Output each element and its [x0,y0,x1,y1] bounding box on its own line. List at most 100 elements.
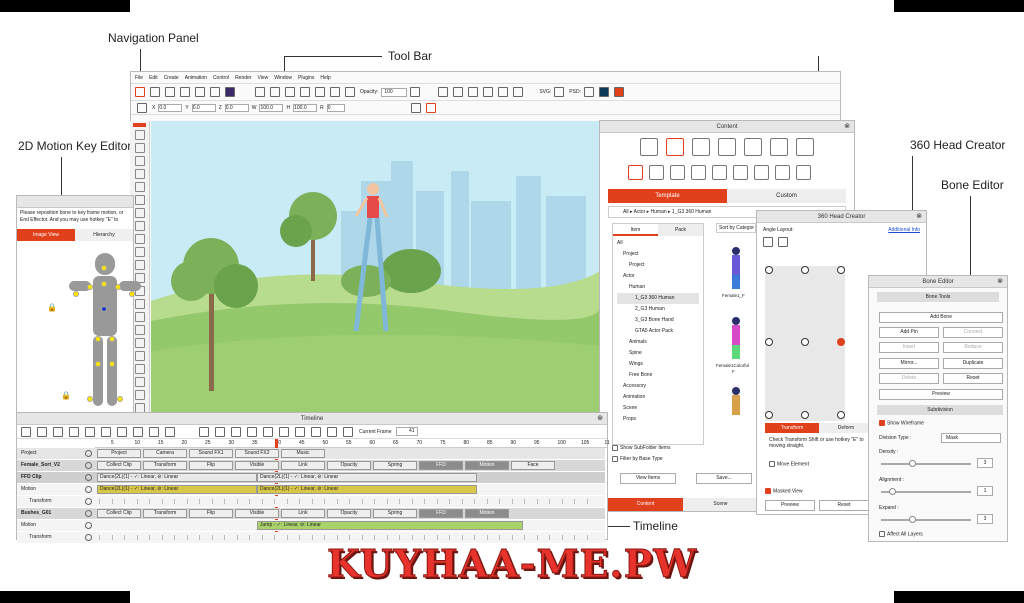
undo-icon[interactable] [255,87,265,97]
alignment-input[interactable]: 1 [977,486,993,496]
menu-item[interactable]: View [257,72,268,83]
bone-node[interactable] [109,361,115,367]
menu-item[interactable]: Animation [185,72,207,83]
new-file-icon[interactable] [135,87,145,97]
thumbnail-item[interactable]: Female1Colorful F [716,311,756,374]
tree-item[interactable]: Accessory [617,381,699,392]
loop-icon[interactable] [133,426,143,437]
angle-grid[interactable] [765,266,845,421]
lock-icon[interactable]: 🔒 [47,303,57,312]
play-icon[interactable] [295,426,305,437]
current-frame-input[interactable]: 41 [395,427,418,436]
tree-item[interactable]: 3_G3 Bone Hand [617,315,699,326]
nav-tool-icon[interactable] [135,351,145,361]
timeline-row[interactable]: Transform [17,496,605,507]
clip-cell[interactable]: Link [281,461,325,470]
bone-node[interactable] [101,281,107,287]
bone-node[interactable] [87,396,93,402]
expand-input[interactable]: 3 [977,514,993,524]
clip-cell[interactable]: Opacity [327,461,371,470]
select-icon[interactable] [285,87,295,97]
actor-icon[interactable] [666,138,684,156]
folder-icon[interactable] [640,138,658,156]
timeline-row[interactable]: FFD Clip Dance(2L)(1) - ✓: Linear, ⊘: Lin… [17,472,605,483]
nav-tool-icon[interactable] [135,208,145,218]
clip-cell[interactable]: Motion [465,461,509,470]
x-input[interactable]: 0.0 [158,103,183,112]
tree-item[interactable]: Wings [617,359,699,370]
nav-tool-icon[interactable] [135,325,145,335]
checkbox[interactable] [769,461,775,467]
import-icon[interactable] [195,87,205,97]
reset-button[interactable]: Reset [819,500,869,511]
clip-cell[interactable]: Jump - ✓: Linear, ⊘: Linear [257,521,523,530]
clip-cell[interactable]: Project [97,449,141,458]
sort-dropdown[interactable]: Sort by Categor [716,223,756,233]
redo-icon[interactable] [270,87,280,97]
tab-custom[interactable]: Custom [727,189,846,203]
tree-item[interactable]: Free Bone [617,370,699,381]
nav-tool-icon[interactable] [135,260,145,270]
clip-cell[interactable]: Link [281,509,325,518]
tree-item[interactable]: Props [617,414,699,425]
density-input[interactable]: 3 [977,458,993,468]
tree-item[interactable]: Project [617,249,699,260]
clip-cell[interactable]: Flip [189,509,233,518]
eye-icon[interactable] [345,87,355,97]
tree-item[interactable]: Animation [617,392,699,403]
nav-tool-icon[interactable] [135,247,145,257]
nav-tool-icon[interactable] [135,130,145,140]
visibility-icon[interactable] [85,510,92,517]
tree-item[interactable]: Animals [617,337,699,348]
checkbox[interactable] [612,444,618,451]
layout-icon[interactable] [763,237,773,247]
psd-icon[interactable] [583,87,594,97]
tab-transform[interactable]: Transform [765,423,819,433]
fit-icon[interactable] [247,426,257,437]
bone-node[interactable] [129,291,135,297]
clip-cell[interactable]: Visible [235,461,279,470]
preview-button[interactable]: Preview [765,500,815,511]
collapse-icon[interactable] [37,426,47,437]
prop-icon[interactable] [649,165,664,180]
svg-icon[interactable] [554,87,565,97]
r-input[interactable]: 0 [326,103,345,112]
bone-node[interactable] [101,265,107,271]
free-bone-icon[interactable] [712,165,727,180]
clip-cell[interactable]: Sound FX1 [189,449,233,458]
nav-tool-icon[interactable] [135,143,145,153]
close-icon[interactable]: ⊗ [597,414,603,424]
close-icon[interactable]: ⊗ [997,277,1003,287]
timeline-row[interactable]: Bushes_G01 Collect Clip Transform Flip Visib… [17,508,605,519]
nav-tool-icon[interactable] [135,299,145,309]
tree-item[interactable]: GTA5 Actor Pack [617,326,699,337]
close-icon[interactable]: ⊗ [844,122,850,132]
tab-scene-bottom[interactable]: Scene [683,498,758,511]
opacity-input[interactable]: 100 [381,87,408,97]
end-icon[interactable] [343,426,353,437]
timeline-row[interactable]: Project Project Camera Sound FX1 Sound FX2 Mu… [17,448,605,459]
save-icon[interactable] [165,87,175,97]
render-icon[interactable] [210,87,220,97]
edit-icon[interactable] [101,426,111,437]
tree-item[interactable]: Spine [617,348,699,359]
thumbnail-item[interactable] [716,381,756,431]
h-input[interactable]: 100.0 [293,103,318,112]
tree-item[interactable]: 2_G3 Human [617,304,699,315]
open-folder-icon[interactable] [150,87,160,97]
layers-icon[interactable] [21,426,31,437]
tree-item[interactable]: Scene [617,403,699,414]
move-icon[interactable] [778,237,788,247]
copy-icon[interactable] [300,87,310,97]
nav-tool-icon[interactable] [135,169,145,179]
camera-icon[interactable] [513,87,524,97]
motion-icon[interactable] [117,426,127,437]
clip-cell[interactable]: Dance(2L)(1) - ✓: Linear, ⊘: Linear [97,473,257,482]
preview-button[interactable]: Preview [879,389,1003,400]
tab-hierarchy[interactable]: Hierarchy [75,229,133,241]
record-icon[interactable] [199,426,209,437]
menu-item[interactable]: Help [320,72,330,83]
content-tree[interactable]: All Project Project Actor Human 1_G3 360 Huma… [613,236,703,427]
menu-item[interactable]: Control [213,72,229,83]
clip-cell[interactable]: Face [511,461,555,470]
